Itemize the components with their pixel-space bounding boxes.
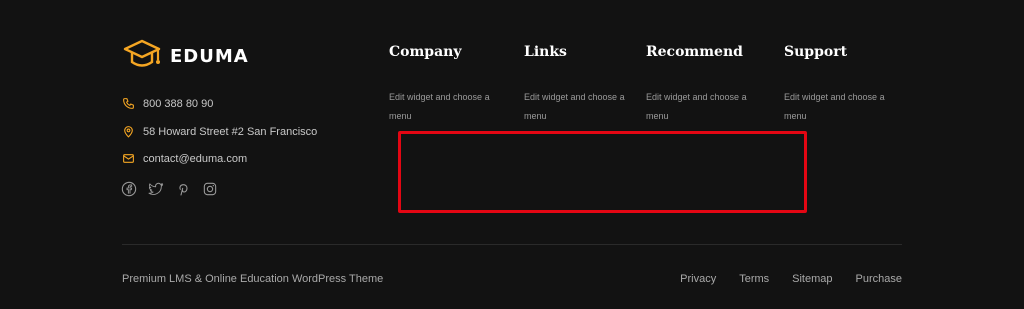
footer-column-recommend: Recommend Edit widget and choose a menu [646, 44, 766, 126]
column-placeholder-text: Edit widget and choose a menu [524, 92, 625, 121]
mail-icon [123, 154, 134, 163]
phone-icon [123, 98, 134, 109]
column-placeholder-text: Edit widget and choose a menu [646, 92, 747, 121]
map-pin-icon [124, 126, 133, 138]
column-title: Links [524, 44, 567, 60]
graduation-cap-icon [123, 39, 161, 67]
footer-column-support: Support Edit widget and choose a menu [784, 44, 904, 126]
purchase-link[interactable]: Purchase [856, 273, 902, 285]
contact-address: 58 Howard Street #2 San Francisco [122, 125, 317, 138]
contact-email[interactable]: contact@eduma.com [122, 152, 247, 165]
footer-bottom-links: Privacy Terms Sitemap Purchase [680, 273, 902, 285]
footer-column-company: Company Edit widget and choose a menu [389, 44, 509, 126]
column-title: Recommend [646, 44, 743, 60]
social-links [121, 181, 218, 197]
sitemap-link[interactable]: Sitemap [792, 273, 832, 285]
contact-email-text: contact@eduma.com [143, 152, 248, 165]
contact-phone[interactable]: 800 388 80 90 [122, 97, 213, 110]
instagram-icon[interactable] [202, 181, 218, 197]
brand-logo[interactable]: EDUMA [122, 38, 249, 74]
highlight-box [398, 131, 807, 213]
column-title: Support [784, 44, 848, 60]
brand-name: EDUMA [170, 45, 249, 67]
twitter-icon[interactable] [148, 181, 164, 197]
pinterest-icon[interactable] [175, 181, 191, 197]
contact-phone-text: 800 388 80 90 [143, 97, 214, 110]
footer-tagline: Premium LMS & Online Education WordPress… [122, 273, 384, 285]
footer-divider [122, 244, 902, 245]
facebook-icon[interactable] [121, 181, 137, 197]
contact-address-text: 58 Howard Street #2 San Francisco [143, 125, 318, 138]
column-placeholder-text: Edit widget and choose a menu [389, 92, 490, 121]
terms-link[interactable]: Terms [739, 273, 769, 285]
column-title: Company [389, 44, 462, 60]
column-placeholder-text: Edit widget and choose a menu [784, 92, 885, 121]
footer-column-links: Links Edit widget and choose a menu [524, 44, 644, 126]
privacy-link[interactable]: Privacy [680, 273, 716, 285]
